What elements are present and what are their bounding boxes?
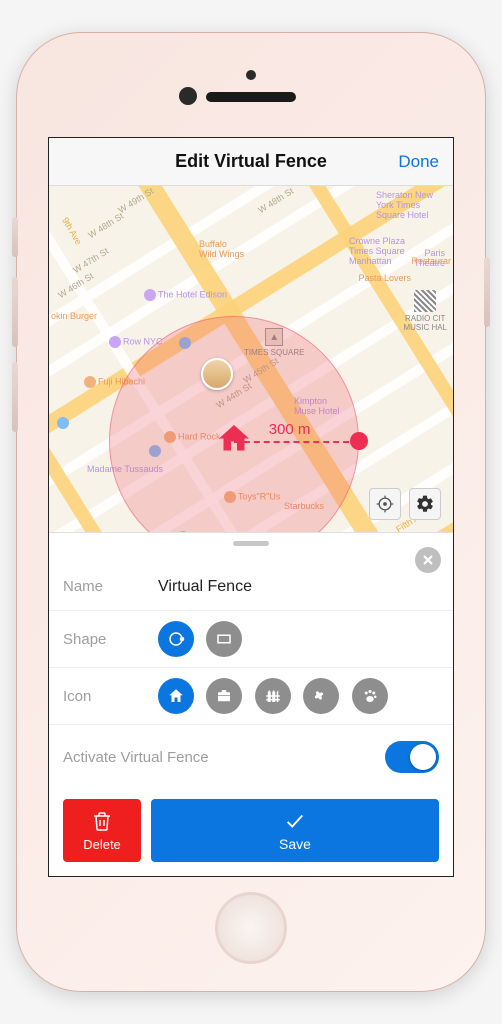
activate-row: Activate Virtual Fence (49, 725, 453, 789)
edit-panel: Name Virtual Fence Shape Icon (49, 532, 453, 876)
poi-okin: okin Burger (51, 311, 97, 321)
poi-pasta: Pasta Lovers (358, 273, 411, 283)
icon-label: Icon (63, 688, 158, 705)
action-buttons: Delete Save (49, 789, 453, 876)
name-input[interactable]: Virtual Fence (158, 578, 439, 596)
icon-home-button[interactable] (158, 678, 194, 714)
icon-row: Icon (49, 668, 453, 725)
home-button[interactable] (215, 892, 287, 964)
name-row: Name Virtual Fence (49, 563, 453, 611)
poi-radio-city: RADIO CIT MUSIC HAL (403, 290, 447, 332)
page-title: Edit Virtual Fence (175, 151, 327, 172)
map-settings-button[interactable] (409, 488, 441, 520)
icon-briefcase-button[interactable] (206, 678, 242, 714)
panel-drag-handle[interactable] (233, 541, 269, 546)
delete-button[interactable]: Delete (63, 799, 141, 862)
phone-frame: Edit Virtual Fence Done W 49th S (16, 32, 486, 992)
activate-label: Activate Virtual Fence (63, 749, 209, 766)
street-label: W 48th St (86, 211, 125, 240)
save-button[interactable]: Save (151, 799, 439, 862)
poi-crowne: Crowne Plaza Times Square Manhattan (349, 236, 405, 266)
speaker-slot (206, 92, 296, 102)
nav-bar: Edit Virtual Fence Done (49, 138, 453, 186)
trash-icon (90, 809, 114, 833)
volume-up (12, 277, 18, 347)
poi-edison: The Hotel Edison (144, 289, 227, 301)
locate-button[interactable] (369, 488, 401, 520)
power-button (484, 257, 490, 327)
avenue-label: 9th Ave (60, 216, 84, 247)
poi-restaurar: Restaurar (411, 256, 451, 266)
shape-rectangle-button[interactable] (206, 621, 242, 657)
shape-circle-button[interactable] (158, 621, 194, 657)
pet-marker[interactable] (201, 358, 233, 390)
close-panel-button[interactable] (415, 547, 441, 573)
check-icon (284, 810, 306, 832)
map-view[interactable]: W 49th St W 48th St W 48th St W 47th St … (49, 186, 453, 532)
transit-icon (57, 416, 69, 434)
front-camera (179, 87, 197, 105)
shape-label: Shape (63, 631, 158, 648)
icon-paw-button[interactable] (352, 678, 388, 714)
volume-down (12, 362, 18, 432)
radius-drag-handle[interactable] (350, 432, 368, 450)
done-button[interactable]: Done (398, 152, 439, 172)
activate-toggle[interactable] (385, 741, 439, 773)
poi-buffalo: Buffalo Wild Wings (199, 239, 244, 259)
radius-line (234, 441, 359, 443)
poi-sheraton: Sheraton New York Times Square Hotel (376, 190, 433, 220)
name-label: Name (63, 578, 158, 595)
radius-label: 300 m (269, 421, 311, 438)
mute-switch (12, 217, 18, 257)
icon-fence-button[interactable] (255, 678, 291, 714)
app-screen: Edit Virtual Fence Done W 49th S (48, 137, 454, 877)
shape-row: Shape (49, 611, 453, 668)
icon-bone-button[interactable] (303, 678, 339, 714)
